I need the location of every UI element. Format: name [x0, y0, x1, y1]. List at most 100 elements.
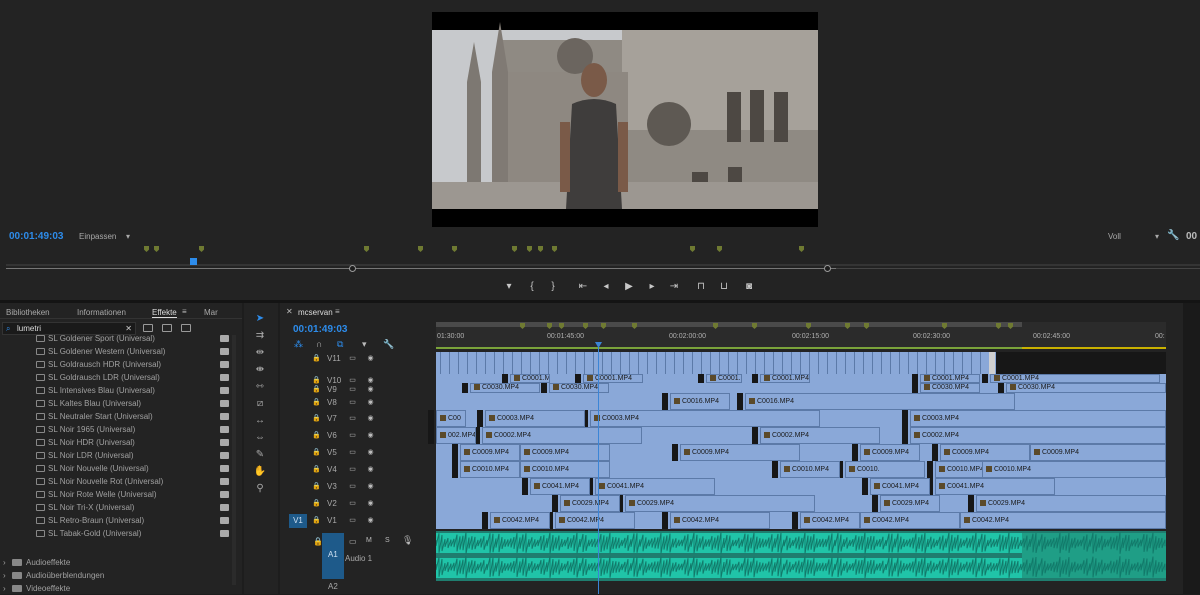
video-clip[interactable]: C0003.MP4: [590, 410, 820, 427]
effect-item[interactable]: SL Goldrausch HDR (Universal): [0, 358, 236, 371]
effect-item[interactable]: SL Tabak-Gold (Universal): [0, 527, 236, 540]
effect-item[interactable]: SL Intensives Blau (Universal): [0, 384, 236, 397]
razor-tool[interactable]: ⧄: [251, 397, 269, 411]
nest-icon[interactable]: ⁂: [294, 339, 303, 350]
video-clip[interactable]: C0002.MP4: [482, 427, 642, 444]
sync-lock-icon[interactable]: ▭: [348, 414, 357, 422]
program-ruler[interactable]: [6, 253, 1200, 267]
video-clip[interactable]: C0010.MP4: [780, 461, 840, 478]
sync-lock-icon[interactable]: ▭: [348, 499, 357, 507]
timeline-settings-icon[interactable]: 🔧: [383, 339, 394, 350]
video-clip[interactable]: C0041.MP4: [595, 478, 715, 495]
video-clip[interactable]: C0010.MP4: [982, 461, 1166, 478]
video-clip[interactable]: C0042.MP4: [670, 512, 770, 529]
panel-menu-icon[interactable]: ≡: [182, 307, 187, 316]
close-icon[interactable]: ✕: [286, 307, 293, 316]
video-clip[interactable]: C0002.MP4: [760, 427, 880, 444]
quality-dropdown[interactable]: Voll ▾: [1105, 231, 1161, 242]
video-clip[interactable]: C0042.MP4: [800, 512, 860, 529]
effect-item[interactable]: SL Goldrausch LDR (Universal): [0, 371, 236, 384]
sync-lock-icon[interactable]: ▭: [348, 482, 357, 490]
lock-icon[interactable]: 🔒: [312, 414, 321, 422]
effect-item[interactable]: SL Goldener Western (Universal): [0, 345, 236, 358]
video-clip[interactable]: C0001.MP4: [760, 374, 810, 383]
linked-selection-icon[interactable]: ⧉: [337, 339, 343, 350]
video-clip[interactable]: C0041.MP4: [530, 478, 590, 495]
sequence-menu-icon[interactable]: ≡: [335, 307, 340, 316]
lock-icon[interactable]: 🔒: [312, 465, 321, 473]
video-clip[interactable]: C0009.MP4: [460, 444, 520, 461]
video-clip[interactable]: C0030.MP4: [1006, 383, 1166, 393]
effect-item[interactable]: SL Kaltes Blau (Universal): [0, 397, 236, 410]
lock-icon[interactable]: 🔒: [312, 516, 321, 524]
sequence-tab[interactable]: mcservan: [298, 308, 333, 317]
eye-icon[interactable]: ◉: [366, 354, 375, 362]
lock-icon[interactable]: 🔒: [312, 385, 321, 393]
video-clip[interactable]: C0041.MP4: [935, 478, 1055, 495]
video-clip[interactable]: C0001.MP4: [920, 374, 980, 383]
effects-folder[interactable]: › Videoeffekte: [0, 582, 236, 595]
program-video-frame[interactable]: [432, 12, 818, 227]
eye-icon[interactable]: ◉: [366, 482, 375, 490]
mute-button[interactable]: M: [366, 537, 372, 544]
solo-button[interactable]: S: [385, 537, 390, 544]
slip-tool[interactable]: ↔: [251, 414, 269, 428]
tab-markers[interactable]: Mar: [204, 308, 218, 317]
tab-info[interactable]: Informationen: [77, 308, 126, 317]
video-clip[interactable]: C0029.MP4: [625, 495, 815, 512]
snap-icon[interactable]: ∩: [316, 339, 322, 349]
sync-lock-icon[interactable]: ▭: [348, 354, 357, 362]
video-clip[interactable]: C0010.: [845, 461, 925, 478]
video-clip[interactable]: C0001.MP4: [990, 374, 1160, 383]
video-clip[interactable]: C0029.MP4: [560, 495, 620, 512]
chevron-right-icon[interactable]: ›: [3, 582, 6, 595]
pen-tool[interactable]: ✎: [251, 448, 269, 462]
lock-icon[interactable]: 🔒: [312, 482, 321, 490]
eye-icon[interactable]: ◉: [366, 516, 375, 524]
program-timecode[interactable]: 00:01:49:03: [9, 231, 63, 242]
effect-item[interactable]: SL Noir Nouvelle Rot (Universal): [0, 475, 236, 488]
video-clip[interactable]: C0003.MP4: [485, 410, 585, 427]
go-to-out-button[interactable]: ⇥: [667, 281, 681, 292]
video-clip[interactable]: C00: [436, 410, 466, 427]
video-clip[interactable]: C0003.MP4: [910, 410, 1166, 427]
video-clip[interactable]: C0009.MP4: [1030, 444, 1166, 461]
eye-icon[interactable]: ◉: [366, 465, 375, 473]
video-clip[interactable]: C0029.MP4: [880, 495, 940, 512]
effects-scrollbar[interactable]: [232, 335, 236, 585]
yuv-effects-icon[interactable]: [181, 324, 191, 332]
effects-folder[interactable]: › Audioüberblendungen: [0, 569, 236, 582]
overwrite-button[interactable]: ⊔: [717, 281, 731, 292]
eye-icon[interactable]: ◉: [366, 431, 375, 439]
eye-icon[interactable]: ◉: [366, 499, 375, 507]
audio-clip[interactable]: [435, 531, 1166, 581]
tab-libraries[interactable]: Bibliotheken: [6, 308, 50, 317]
mark-out-button[interactable]: }: [546, 281, 560, 292]
lock-icon[interactable]: 🔒: [312, 398, 321, 406]
video-clip[interactable]: C0001.: [706, 374, 742, 383]
marker-button[interactable]: ▾: [502, 281, 516, 292]
lock-icon[interactable]: 🔒: [312, 499, 321, 507]
lock-icon[interactable]: 🔒: [313, 537, 323, 546]
tab-effects[interactable]: Effekte: [152, 308, 177, 318]
video-clip[interactable]: C0041.MP4: [870, 478, 930, 495]
video-clip[interactable]: C0009.MP4: [520, 444, 610, 461]
effect-item[interactable]: SL Neutraler Start (Universal): [0, 410, 236, 423]
timeline-timecode[interactable]: 00:01:49:03: [293, 324, 347, 335]
add-marker-icon[interactable]: ▾: [362, 339, 367, 350]
video-clip[interactable]: C0009.MP4: [940, 444, 1030, 461]
video-clip[interactable]: C0029.MP4: [976, 495, 1166, 512]
sync-lock-icon[interactable]: ▭: [348, 516, 357, 524]
fit-dropdown[interactable]: Einpassen ▾: [76, 231, 132, 242]
source-patch-v1[interactable]: V1: [289, 514, 307, 528]
effect-item[interactable]: SL Noir Nouvelle (Universal): [0, 462, 236, 475]
32bit-effects-icon[interactable]: [162, 324, 172, 332]
hand-tool[interactable]: ✋: [251, 465, 269, 479]
video-clip[interactable]: C0042.MP4: [960, 512, 1166, 529]
eye-icon[interactable]: ◉: [366, 414, 375, 422]
accelerated-effects-icon[interactable]: [143, 324, 153, 332]
timeline-playhead-line[interactable]: [598, 343, 599, 594]
chevron-right-icon[interactable]: ›: [3, 569, 6, 582]
video-clip[interactable]: C0016.MP4: [745, 393, 1015, 410]
effect-item[interactable]: SL Noir Tri-X (Universal): [0, 501, 236, 514]
